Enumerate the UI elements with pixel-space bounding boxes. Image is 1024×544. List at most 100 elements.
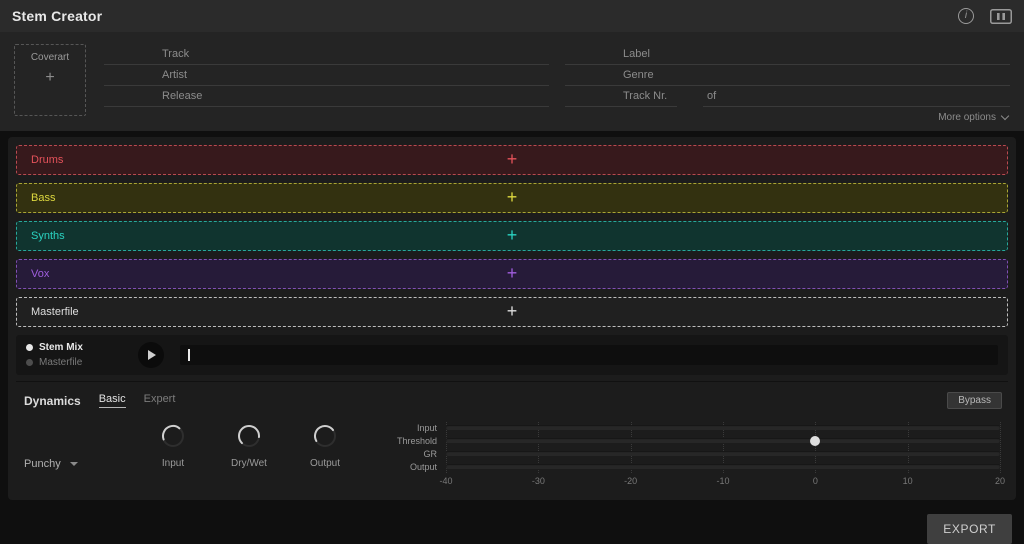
knob-label: Output — [310, 458, 340, 469]
genre-field[interactable]: Genre — [565, 65, 1010, 86]
playhead[interactable] — [188, 349, 190, 361]
artist-field[interactable]: Artist — [104, 65, 549, 86]
scale-label: -10 — [716, 476, 729, 486]
release-field[interactable]: Release — [104, 86, 549, 107]
header-bar: Stem Creator i — [0, 0, 1024, 32]
radio-dot — [26, 344, 33, 351]
input-meter-track[interactable] — [446, 425, 1000, 430]
play-button[interactable] — [138, 342, 164, 368]
scale-label: 20 — [995, 476, 1005, 486]
stem-row-bass[interactable]: Bass + — [16, 183, 1008, 213]
add-stem-icon[interactable]: + — [507, 263, 518, 284]
stem-label: Vox — [31, 268, 49, 280]
label-field[interactable]: Label — [565, 44, 1010, 65]
track-nr-label: Track Nr. — [623, 90, 667, 102]
meter-row — [446, 421, 1000, 434]
metadata-section: Coverart + Track Label Artist Genre — [0, 32, 1024, 131]
add-stem-icon[interactable]: + — [507, 301, 518, 322]
meter-group: Input Threshold GR Output — [384, 421, 1000, 492]
stem-creator-app: Stem Creator i Coverart + Track Label — [0, 0, 1024, 544]
artist-label: Artist — [162, 69, 187, 81]
play-icon — [148, 350, 156, 360]
footer-bar: EXPORT — [0, 500, 1024, 544]
release-label: Release — [162, 90, 202, 102]
meter-row — [446, 447, 1000, 460]
preset-dropdown[interactable]: Punchy — [24, 435, 142, 492]
tab-basic[interactable]: Basic — [99, 393, 126, 408]
radio-label: Masterfile — [39, 357, 82, 368]
radio-label: Stem Mix — [39, 342, 83, 353]
stem-label: Drums — [31, 154, 63, 166]
preset-label: Punchy — [24, 458, 61, 470]
meter-labels: Input Threshold GR Output — [384, 421, 446, 492]
output-meter-track[interactable] — [446, 464, 1000, 469]
ni-logo-icon — [990, 9, 1012, 24]
track-of-field[interactable]: of — [703, 86, 1010, 107]
dynamics-title: Dynamics — [24, 394, 81, 408]
more-options-label: More options — [938, 112, 996, 123]
playback-source-radios: Stem Mix Masterfile — [26, 341, 134, 370]
knob-icon — [158, 421, 188, 451]
export-button[interactable]: EXPORT — [927, 514, 1012, 544]
dynamics-section: Dynamics Basic Expert Bypass Punchy — [16, 381, 1008, 492]
meter-label-input: Input — [384, 421, 446, 434]
input-knob[interactable]: Input — [148, 421, 198, 469]
coverart-dropzone[interactable]: Coverart + — [14, 44, 86, 116]
player-bar: Stem Mix Masterfile — [16, 335, 1008, 375]
metadata-fields: Track Label Artist Genre Release — [104, 44, 1010, 127]
coverart-label: Coverart — [31, 52, 69, 63]
tab-expert[interactable]: Expert — [144, 393, 176, 408]
meter-scale: -40-30-20-1001020 — [446, 476, 1000, 488]
meter-row — [446, 460, 1000, 473]
scale-label: -40 — [439, 476, 452, 486]
scale-label: 10 — [903, 476, 913, 486]
scale-label: -30 — [532, 476, 545, 486]
meter-row — [446, 434, 1000, 447]
meter-label-output: Output — [384, 460, 446, 473]
add-stem-icon[interactable]: + — [507, 225, 518, 246]
gr-meter-track[interactable] — [446, 451, 1000, 456]
stem-row-drums[interactable]: Drums + — [16, 145, 1008, 175]
coverart-add-icon: + — [45, 69, 54, 87]
threshold-slider-track[interactable] — [446, 438, 1000, 443]
chevron-down-icon — [1001, 111, 1009, 119]
knob-icon — [234, 421, 264, 451]
radio-masterfile[interactable]: Masterfile — [26, 356, 134, 370]
add-stem-icon[interactable]: + — [507, 149, 518, 170]
stem-label: Synths — [31, 230, 65, 242]
track-number-group: Track Nr. of — [565, 86, 1010, 107]
stem-row-synths[interactable]: Synths + — [16, 221, 1008, 251]
metadata-row: Track Label — [104, 44, 1010, 65]
track-of-label: of — [707, 90, 716, 102]
track-label: Track — [162, 48, 189, 60]
app-title: Stem Creator — [12, 8, 102, 24]
timeline[interactable] — [180, 345, 998, 365]
radio-stem-mix[interactable]: Stem Mix — [26, 341, 134, 355]
stem-label: Masterfile — [31, 306, 79, 318]
track-field[interactable]: Track — [104, 44, 549, 65]
dry-wet-knob[interactable]: Dry/Wet — [224, 421, 274, 469]
stem-row-masterfile[interactable]: Masterfile + — [16, 297, 1008, 327]
threshold-handle[interactable] — [810, 436, 820, 446]
radio-dot — [26, 359, 33, 366]
main-panel: Drums + Bass + Synths + Vox + Masterfile… — [8, 137, 1016, 500]
bypass-button[interactable]: Bypass — [947, 392, 1002, 409]
track-nr-field[interactable]: Track Nr. — [565, 86, 677, 107]
output-knob[interactable]: Output — [300, 421, 350, 469]
scale-label: 0 — [813, 476, 818, 486]
add-stem-icon[interactable]: + — [507, 187, 518, 208]
meter-area: -40-30-20-1001020 — [446, 421, 1000, 492]
info-icon[interactable]: i — [958, 8, 974, 24]
dynamics-header: Dynamics Basic Expert Bypass — [16, 386, 1008, 411]
knob-label: Dry/Wet — [231, 458, 267, 469]
stem-row-vox[interactable]: Vox + — [16, 259, 1008, 289]
label-label: Label — [623, 48, 650, 60]
meter-tick-line — [1000, 422, 1001, 473]
metadata-row: Artist Genre — [104, 65, 1010, 86]
more-options-link[interactable]: More options — [104, 107, 1010, 127]
dynamics-body: Punchy Input — [16, 411, 1008, 492]
scale-label: -20 — [624, 476, 637, 486]
knob-label: Input — [162, 458, 184, 469]
meter-label-gr: GR — [384, 447, 446, 460]
meter-label-threshold: Threshold — [384, 434, 446, 447]
